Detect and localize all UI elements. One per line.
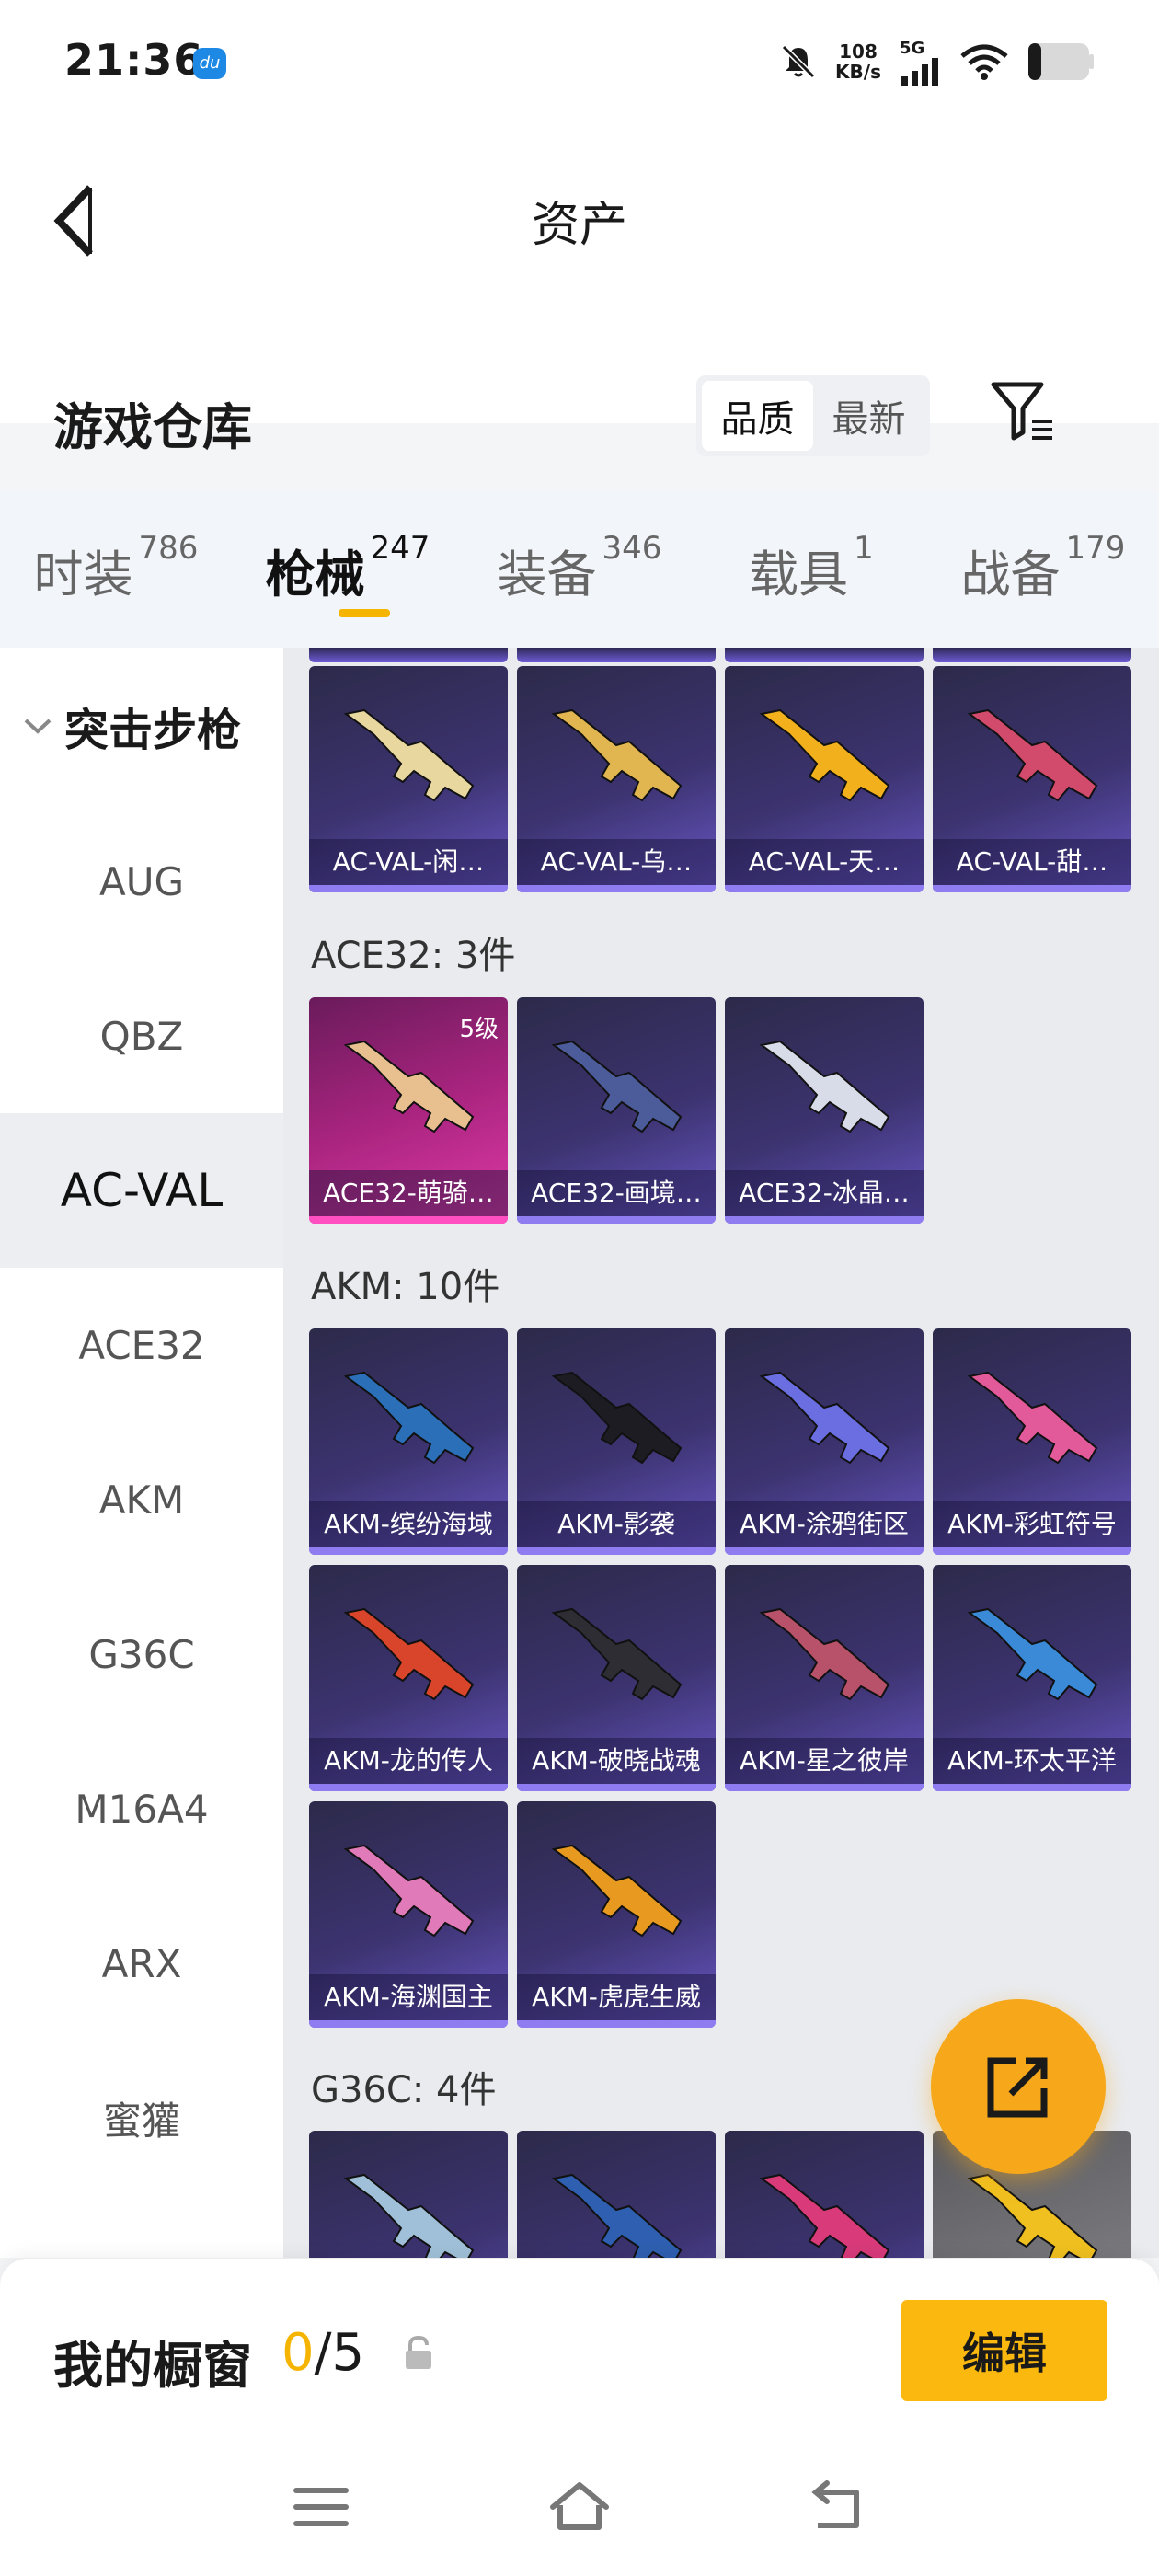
card-edge [933, 648, 1131, 662]
skin-card[interactable]: AKM-破晓战魂 [517, 1565, 716, 1791]
share-button[interactable] [931, 1999, 1106, 2174]
skin-card[interactable] [309, 2131, 508, 2258]
rifle-icon [343, 1844, 475, 1938]
status-icons: 108 KB/s 5G [780, 37, 1095, 86]
skin-card[interactable]: ACE32-冰晶… [725, 997, 924, 1224]
group-title: ACE32: 3件 [311, 935, 516, 977]
group-title: G36C: 4件 [311, 2069, 497, 2111]
rifle-icon [343, 1040, 475, 1133]
level-badge: 5级 [459, 1016, 499, 1043]
tab-equipment[interactable]: 装备 346 [464, 491, 695, 648]
rifle-icon [343, 1607, 475, 1701]
skin-card[interactable]: AKM-涂鸦街区 [725, 1328, 924, 1555]
sidebar-item-honey-badger[interactable]: 蜜獾 [0, 2041, 283, 2195]
rifle-icon [759, 1371, 890, 1465]
skin-card[interactable]: AC-VAL-闲… [309, 666, 508, 892]
rifle-icon [551, 1844, 683, 1938]
home-icon[interactable] [547, 2479, 612, 2535]
clock: 21:36 [64, 35, 204, 85]
rifle-icon [967, 1371, 1098, 1465]
showcase-bar: 我的橱窗 0/5 编辑 [0, 2259, 1159, 2443]
filter-icon[interactable] [988, 377, 1058, 447]
page-title: 资产 [531, 198, 627, 253]
rifle-icon [343, 1371, 475, 1465]
rifle-icon [551, 1371, 683, 1465]
card-edge [309, 648, 508, 662]
sidebar-item-akm[interactable]: AKM [0, 1422, 283, 1577]
sort-quality-option[interactable]: 品质 [702, 381, 813, 451]
sort-newest-option[interactable]: 最新 [813, 381, 924, 451]
skin-card[interactable]: AC-VAL-乌… [517, 666, 716, 892]
rifle-icon [759, 2173, 890, 2258]
app-header: 资产 [0, 120, 1159, 423]
weapon-category-sidebar: 突击步枪 AUG QBZ AC-VAL ACE32 AKM G36C M16A4… [0, 648, 283, 2258]
sidebar-item-g36c[interactable]: G36C [0, 1577, 283, 1731]
signal-bars-icon [901, 57, 938, 86]
skin-card[interactable]: AKM-影袭 [517, 1328, 716, 1555]
sidebar-category-header[interactable]: 突击步枪 [0, 648, 283, 804]
rifle-icon [551, 2173, 683, 2258]
rifle-icon [967, 2173, 1098, 2258]
skin-card[interactable]: 5级 ACE32-萌骑… [309, 997, 508, 1224]
skin-card[interactable]: AKM-龙的传人 [309, 1565, 508, 1791]
skin-card[interactable] [725, 2131, 924, 2258]
rifle-icon [343, 708, 475, 802]
sidebar-item-ac-val[interactable]: AC-VAL [0, 1113, 283, 1268]
app-notification-icon: du [193, 48, 226, 79]
rifle-icon [551, 708, 683, 802]
sidebar-item-aug[interactable]: AUG [0, 804, 283, 959]
category-tabs: 时装 786 枪械 247 装备 346 载具 1 战备 179 [0, 491, 1159, 648]
skin-card[interactable]: AC-VAL-天… [725, 666, 924, 892]
rifle-icon [759, 708, 890, 802]
card-edge [517, 648, 716, 662]
skin-card[interactable]: AKM-彩虹符号 [933, 1328, 1131, 1555]
skin-card[interactable]: AKM-缤纷海域 [309, 1328, 508, 1555]
rifle-icon [967, 708, 1098, 802]
cell-signal: 5G [900, 39, 942, 86]
back-icon[interactable] [805, 2479, 869, 2535]
group-title: AKM: 10件 [311, 1266, 500, 1308]
card-edge [725, 648, 924, 662]
rifle-icon [551, 1040, 683, 1133]
showcase-count: 0/5 [281, 2323, 365, 2383]
rifle-icon [343, 2173, 475, 2258]
tab-supplies[interactable]: 战备 179 [927, 491, 1159, 648]
mute-bell-icon [781, 44, 816, 79]
sidebar-item-ace32[interactable]: ACE32 [0, 1268, 283, 1422]
skin-card[interactable]: ACE32-画境… [517, 997, 716, 1224]
section-title: 游戏仓库 [53, 398, 252, 456]
edit-button[interactable]: 编辑 [901, 2300, 1107, 2401]
rifle-icon [759, 1040, 890, 1133]
sidebar-item-arx[interactable]: ARX [0, 1886, 283, 2041]
tab-fashion[interactable]: 时装 786 [0, 491, 232, 648]
sort-toggle: 品质 最新 [696, 375, 930, 456]
lock-icon [406, 2335, 431, 2369]
rifle-icon [551, 1607, 683, 1701]
rifle-icon [967, 1607, 1098, 1701]
chevron-down-icon [24, 719, 52, 734]
system-nav-bar [0, 2443, 1159, 2576]
rifle-icon [759, 1607, 890, 1701]
wifi-icon [960, 44, 1008, 80]
tab-vehicles[interactable]: 载具 1 [695, 491, 927, 648]
skin-card[interactable] [517, 2131, 716, 2258]
menu-icon[interactable] [289, 2479, 353, 2535]
showcase-label: 我的橱窗 [53, 2337, 252, 2395]
status-bar: 21:36 du 108 KB/s 5G [0, 0, 1159, 120]
battery-icon [1028, 43, 1094, 80]
net-speed: 108 KB/s [835, 40, 881, 83]
skin-card[interactable]: AKM-海渊国主 [309, 1801, 508, 2028]
tab-firearms[interactable]: 枪械 247 [232, 491, 464, 648]
skin-card[interactable]: AKM-星之彼岸 [725, 1565, 924, 1791]
skin-card[interactable]: AKM-环太平洋 [933, 1565, 1131, 1791]
sidebar-item-qbz[interactable]: QBZ [0, 959, 283, 1113]
sidebar-item-m16a4[interactable]: M16A4 [0, 1731, 283, 1886]
active-tab-indicator [339, 609, 390, 617]
share-icon [987, 2057, 1048, 2118]
skin-card[interactable]: AKM-虎虎生威 [517, 1801, 716, 2028]
skin-card[interactable]: AC-VAL-甜… [933, 666, 1131, 892]
